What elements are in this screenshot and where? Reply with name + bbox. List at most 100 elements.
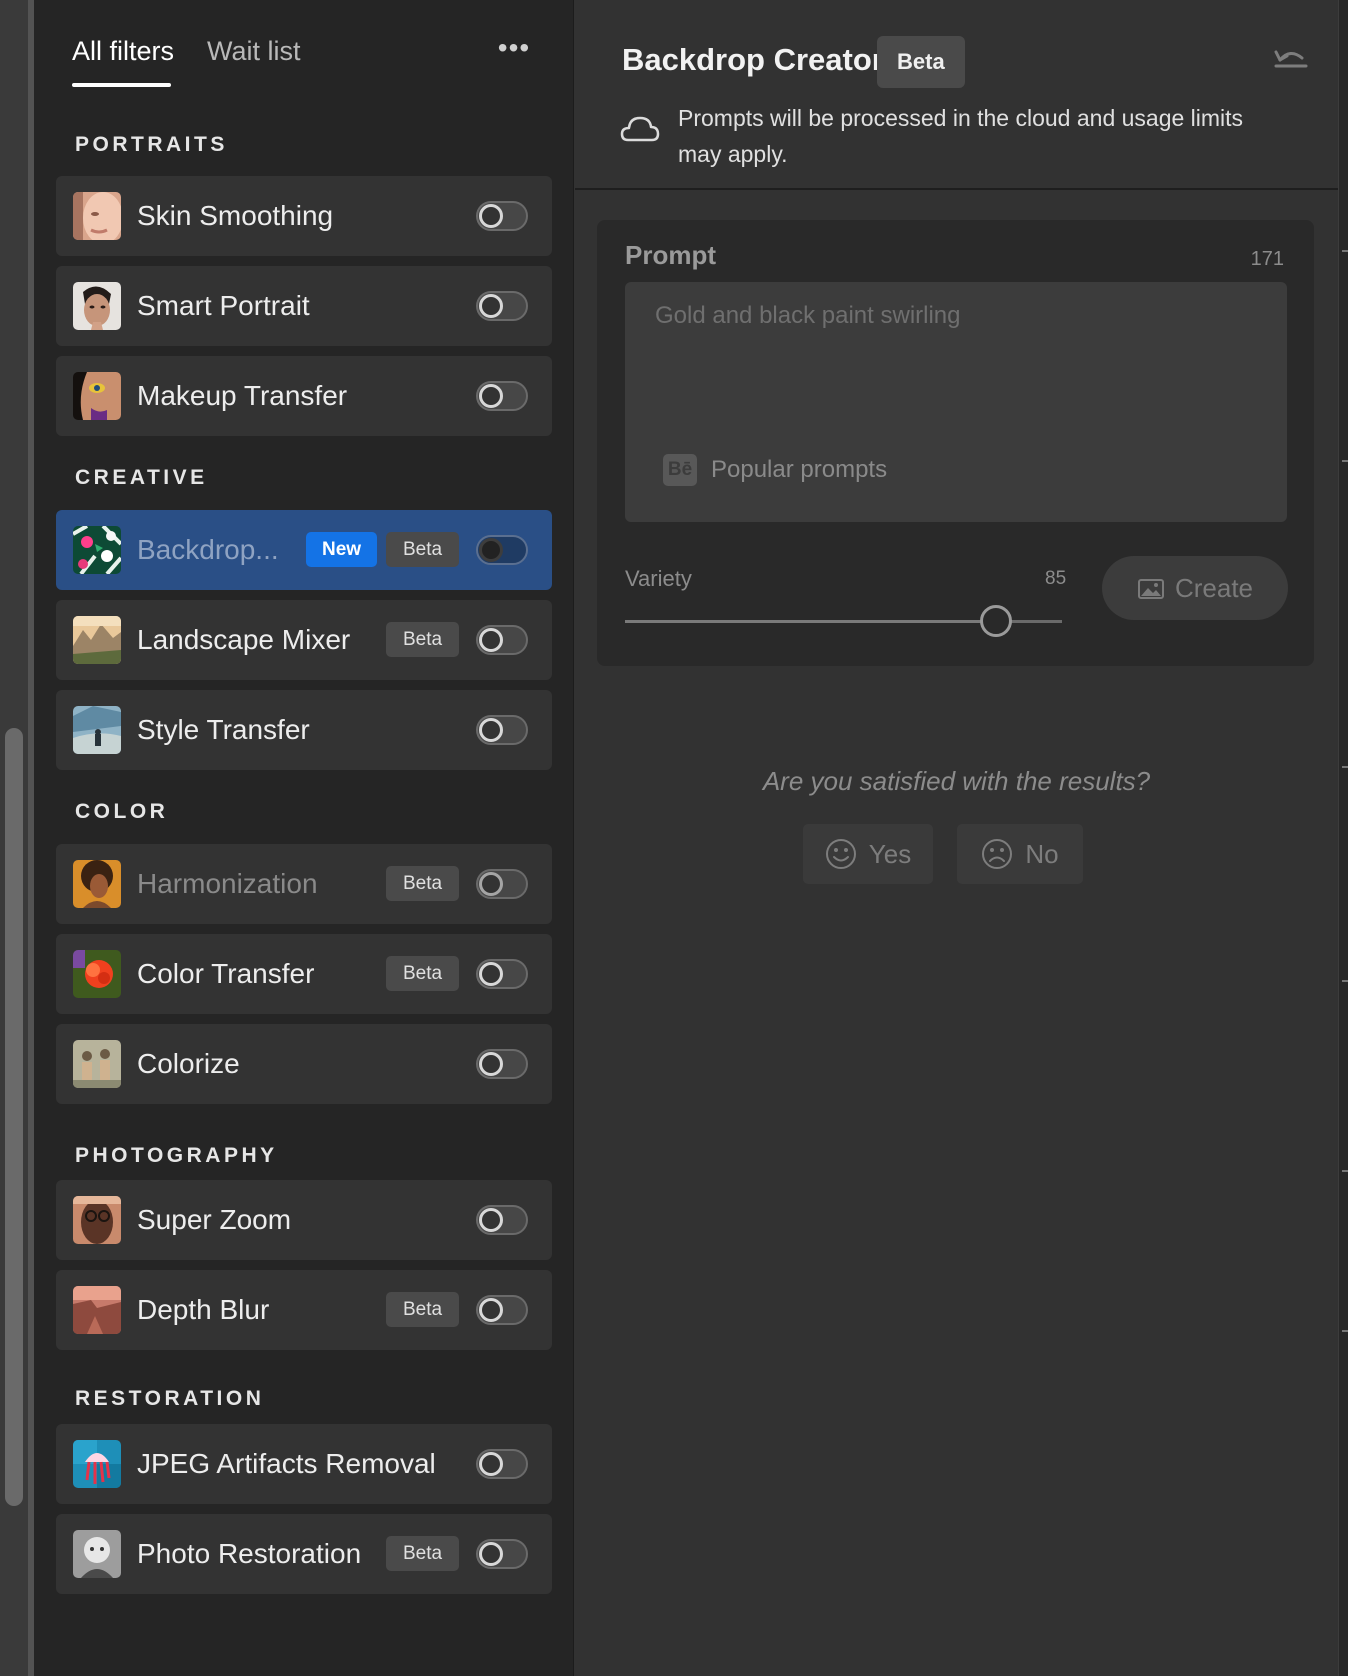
- variety-slider-fill: [625, 620, 996, 623]
- edge-tick: [1342, 1170, 1348, 1172]
- filter-toggle[interactable]: [476, 715, 528, 745]
- edge-tick: [1342, 460, 1348, 462]
- filter-toggle[interactable]: [476, 959, 528, 989]
- feedback-yes-label: Yes: [868, 838, 912, 869]
- prompt-label: Prompt: [625, 240, 716, 270]
- beta-badge: Beta: [386, 622, 460, 657]
- child-photo-icon: [73, 1530, 121, 1578]
- tab-wait-list[interactable]: Wait list: [207, 36, 301, 67]
- popular-prompts-button[interactable]: Bē Popular prompts: [663, 450, 887, 490]
- feedback-no-label: No: [1025, 838, 1059, 869]
- filter-super-zoom[interactable]: Super Zoom: [56, 1180, 552, 1260]
- filter-makeup-transfer[interactable]: Makeup Transfer: [56, 356, 552, 436]
- canyon-photo-icon: [73, 1286, 121, 1334]
- more-icon: •••: [497, 32, 531, 63]
- beta-badge: Beta: [386, 532, 460, 567]
- feedback-yes-button[interactable]: Yes: [803, 824, 933, 884]
- filter-toggle[interactable]: [476, 1049, 528, 1079]
- variety-label: Variety: [625, 566, 692, 591]
- landscape-photo-icon: [73, 616, 121, 664]
- vintage-photo-icon: [73, 1040, 121, 1088]
- left-gutter: [0, 0, 34, 1676]
- filter-landscape-mixer[interactable]: Landscape Mixer Beta: [56, 600, 552, 680]
- section-title-color: COLOR: [75, 800, 169, 823]
- filter-label: Makeup Transfer: [137, 380, 348, 411]
- filter-label: Landscape Mixer: [137, 624, 351, 655]
- prompt-placeholder: Gold and black paint swirling: [655, 302, 961, 329]
- filter-color-transfer[interactable]: Color Transfer Beta: [56, 934, 552, 1014]
- filter-label: Style Transfer: [137, 714, 310, 745]
- filter-colorize[interactable]: Colorize: [56, 1024, 552, 1104]
- filter-style-transfer[interactable]: Style Transfer: [56, 690, 552, 770]
- filter-toggle[interactable]: [476, 1295, 528, 1325]
- feedback-question: Are you satisfied with the results?: [762, 766, 1151, 796]
- filter-toggle[interactable]: [476, 1449, 528, 1479]
- section-title-restoration: RESTORATION: [75, 1387, 265, 1410]
- filter-depth-blur[interactable]: Depth Blur Beta: [56, 1270, 552, 1350]
- filters-panel: All filters Wait list ••• PORTRAITS Skin…: [34, 0, 574, 1676]
- more-options-button[interactable]: •••: [489, 28, 539, 68]
- beta-badge: Beta: [386, 866, 460, 901]
- filter-toggle[interactable]: [476, 1205, 528, 1235]
- section-title-photography: PHOTOGRAPHY: [75, 1144, 278, 1167]
- detail-title: Backdrop Creator: [622, 42, 884, 77]
- filter-skin-smoothing[interactable]: Skin Smoothing: [56, 176, 552, 256]
- filter-label: Depth Blur: [137, 1294, 270, 1325]
- filter-label: Smart Portrait: [137, 290, 310, 321]
- jellyfish-photo-icon: [73, 1440, 121, 1488]
- filter-smart-portrait[interactable]: Smart Portrait: [56, 266, 552, 346]
- variety-value: 85: [1045, 568, 1067, 589]
- filter-toggle[interactable]: [476, 869, 528, 899]
- scrollbar-thumb[interactable]: [5, 728, 23, 1506]
- woman-photo-icon: [73, 860, 121, 908]
- filter-toggle[interactable]: [476, 535, 528, 565]
- beta-badge: Beta: [386, 1536, 460, 1571]
- popular-prompts-label: Popular prompts: [711, 456, 888, 483]
- active-tab-indicator: [72, 83, 171, 87]
- variety-slider[interactable]: [625, 605, 1062, 637]
- create-button[interactable]: Create: [1102, 556, 1288, 620]
- beta-badge: Beta: [877, 36, 965, 88]
- filter-detail-panel: Backdrop Creator Beta Prompts will be pr…: [575, 0, 1338, 1676]
- edge-tick: [1342, 766, 1348, 768]
- filter-harmonization[interactable]: Harmonization Beta: [56, 844, 552, 924]
- edge-tick: [1342, 250, 1348, 252]
- filter-toggle[interactable]: [476, 381, 528, 411]
- floral-pattern-icon: [73, 526, 121, 574]
- image-icon: [1137, 579, 1164, 599]
- filter-label: Harmonization: [137, 868, 318, 899]
- filter-toggle[interactable]: [476, 291, 528, 321]
- filter-label: Skin Smoothing: [137, 200, 334, 231]
- beta-badge: Beta: [386, 956, 460, 991]
- filter-jpeg-artifacts-removal[interactable]: JPEG Artifacts Removal: [56, 1424, 552, 1504]
- edge-tick: [1342, 1330, 1348, 1332]
- filter-tabs: All filters Wait list •••: [34, 0, 574, 100]
- filter-label: Photo Restoration: [137, 1538, 362, 1569]
- edge-tick: [1342, 980, 1348, 982]
- prompt-card: Prompt 171 Gold and black paint swirling…: [597, 220, 1314, 666]
- filter-backdrop-creator[interactable]: Backdrop... New Beta: [56, 510, 552, 590]
- frown-icon: [982, 839, 1013, 869]
- filter-label: Super Zoom: [137, 1204, 292, 1235]
- right-edge-strip: [1338, 0, 1348, 1676]
- prompt-input[interactable]: Gold and black paint swirling Bē Popular…: [625, 282, 1287, 522]
- detail-header: Backdrop Creator Beta Prompts will be pr…: [575, 0, 1338, 190]
- portrait-photo-icon: [73, 282, 121, 330]
- tab-all-filters[interactable]: All filters: [72, 36, 174, 67]
- neural-filters-window: All filters Wait list ••• PORTRAITS Skin…: [0, 0, 1348, 1676]
- feedback-no-button[interactable]: No: [957, 824, 1083, 884]
- section-title-creative: CREATIVE: [75, 466, 208, 489]
- filter-toggle[interactable]: [476, 625, 528, 655]
- makeup-photo-icon: [73, 372, 121, 420]
- create-label: Create: [1174, 572, 1254, 603]
- painting-photo-icon: [73, 706, 121, 754]
- new-badge: New: [306, 532, 378, 567]
- filter-photo-restoration[interactable]: Photo Restoration Beta: [56, 1514, 552, 1594]
- filter-toggle[interactable]: [476, 1539, 528, 1569]
- face-photo-icon: [73, 192, 121, 240]
- variety-slider-thumb[interactable]: [980, 605, 1012, 637]
- smile-icon: [825, 839, 856, 869]
- flower-photo-icon: [73, 950, 121, 998]
- reset-button[interactable]: [1270, 40, 1310, 76]
- filter-toggle[interactable]: [476, 201, 528, 231]
